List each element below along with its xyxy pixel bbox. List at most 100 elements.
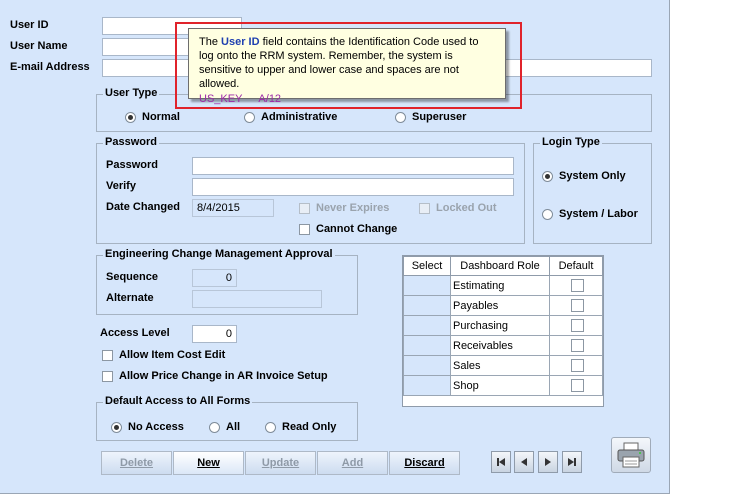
default-checkbox[interactable] [570, 299, 584, 312]
add-button[interactable]: Add [317, 451, 388, 475]
table-row[interactable]: Payables [403, 295, 603, 316]
role-cell: Sales [450, 355, 550, 376]
checkbox-icon [299, 223, 310, 235]
dashboard-roles-grid: Select Dashboard Role Default Estimating… [402, 255, 604, 407]
user-type-superuser-radio[interactable]: Superuser [395, 111, 466, 123]
last-record-button[interactable] [562, 451, 582, 473]
login-system-only-label: System Only [559, 170, 626, 182]
delete-button[interactable]: Delete [101, 451, 172, 475]
allow-price-change-label: Allow Price Change in AR Invoice Setup [119, 370, 328, 382]
login-system-only-radio[interactable]: System Only [542, 170, 626, 182]
user-type-superuser-label: Superuser [412, 111, 467, 123]
table-row[interactable]: Purchasing [403, 315, 603, 336]
row-select-cell[interactable] [403, 315, 451, 336]
radio-selected-icon [125, 111, 136, 123]
discard-button[interactable]: Discard [389, 451, 460, 475]
user-type-administrative-label: Administrative [261, 111, 338, 123]
default-checkbox[interactable] [570, 339, 584, 352]
login-system-labor-label: System / Labor [559, 208, 638, 220]
user-type-administrative-radio[interactable]: Administrative [244, 111, 337, 123]
default-cell[interactable] [549, 355, 603, 376]
email-label: E-mail Address [10, 61, 90, 73]
never-expires-label: Never Expires [316, 202, 390, 214]
table-row[interactable]: Receivables [403, 335, 603, 356]
column-header-default[interactable]: Default [549, 256, 603, 276]
default-access-legend: Default Access to All Forms [103, 395, 253, 407]
previous-record-button[interactable] [514, 451, 534, 473]
never-expires-checkbox[interactable]: Never Expires [299, 202, 389, 214]
row-select-cell[interactable] [403, 375, 451, 396]
row-select-cell[interactable] [403, 335, 451, 356]
access-level-input[interactable]: 0 [192, 325, 237, 343]
locked-out-checkbox[interactable]: Locked Out [419, 202, 497, 214]
role-cell: Shop [450, 375, 550, 396]
default-cell[interactable] [549, 315, 603, 336]
last-record-icon [568, 458, 576, 466]
role-cell: Receivables [450, 335, 550, 356]
column-header-select[interactable]: Select [403, 256, 451, 276]
table-row[interactable]: Sales [403, 355, 603, 376]
default-cell[interactable] [549, 275, 603, 296]
date-changed-label: Date Changed [106, 201, 180, 213]
row-select-cell[interactable] [403, 355, 451, 376]
default-checkbox[interactable] [570, 379, 584, 392]
login-type-group: Login Type [533, 136, 652, 244]
user-type-normal-radio[interactable]: Normal [125, 111, 180, 123]
default-access-read-only-radio[interactable]: Read Only [265, 421, 336, 433]
login-system-labor-radio[interactable]: System / Labor [542, 208, 638, 220]
default-cell[interactable] [549, 335, 603, 356]
radio-icon [265, 421, 276, 433]
checkbox-icon [102, 349, 113, 361]
tooltip-code-key: US_KEY [199, 93, 243, 105]
allow-item-cost-edit-checkbox[interactable]: Allow Item Cost Edit [102, 349, 225, 361]
cannot-change-checkbox[interactable]: Cannot Change [299, 223, 397, 235]
default-checkbox[interactable] [570, 279, 584, 292]
allow-price-change-checkbox[interactable]: Allow Price Change in AR Invoice Setup [102, 370, 328, 382]
tooltip-code-type: A/12 [258, 93, 282, 105]
password-label: Password [106, 159, 158, 171]
default-cell[interactable] [549, 375, 603, 396]
new-button[interactable]: New [173, 451, 244, 475]
tooltip-text-pre: The [199, 36, 222, 48]
default-access-all-radio[interactable]: All [209, 421, 240, 433]
default-cell[interactable] [549, 295, 603, 316]
verify-input[interactable] [192, 178, 514, 196]
update-button[interactable]: Update [245, 451, 316, 475]
role-cell: Estimating [450, 275, 550, 296]
password-input[interactable] [192, 157, 514, 175]
radio-icon [244, 111, 255, 123]
row-select-cell[interactable] [403, 275, 451, 296]
ecm-approval-legend: Engineering Change Management Approval [103, 248, 335, 260]
default-checkbox[interactable] [570, 359, 584, 372]
alternate-value [192, 290, 322, 308]
next-record-button[interactable] [538, 451, 558, 473]
table-row[interactable]: Estimating [403, 275, 603, 296]
checkbox-icon [102, 370, 113, 382]
user-type-normal-label: Normal [142, 111, 180, 123]
date-changed-value: 8/4/2015 [192, 199, 274, 217]
tooltip-field-name: User ID [221, 36, 260, 48]
default-access-no-access-radio[interactable]: No Access [111, 421, 184, 433]
password-legend: Password [103, 136, 159, 148]
row-select-cell[interactable] [403, 295, 451, 316]
default-checkbox[interactable] [570, 319, 584, 332]
table-row[interactable]: Shop [403, 375, 603, 396]
column-header-dashboard-role[interactable]: Dashboard Role [450, 256, 550, 276]
first-record-icon [497, 458, 505, 466]
previous-record-icon [521, 458, 527, 466]
radio-icon [542, 208, 553, 220]
user-type-legend: User Type [103, 87, 160, 99]
role-cell: Purchasing [450, 315, 550, 336]
printer-icon [617, 442, 645, 468]
alternate-label: Alternate [106, 292, 154, 304]
print-button[interactable] [611, 437, 651, 473]
sequence-value: 0 [192, 269, 237, 287]
first-record-button[interactable] [491, 451, 511, 473]
no-access-label: No Access [128, 421, 184, 433]
user-id-tooltip: The User ID field contains the Identific… [188, 28, 506, 105]
all-label: All [226, 421, 241, 433]
access-level-label: Access Level [100, 327, 170, 339]
allow-item-cost-edit-label: Allow Item Cost Edit [119, 349, 226, 361]
user-id-label: User ID [10, 19, 49, 31]
tooltip-codes: US_KEY A/12 [199, 92, 495, 106]
